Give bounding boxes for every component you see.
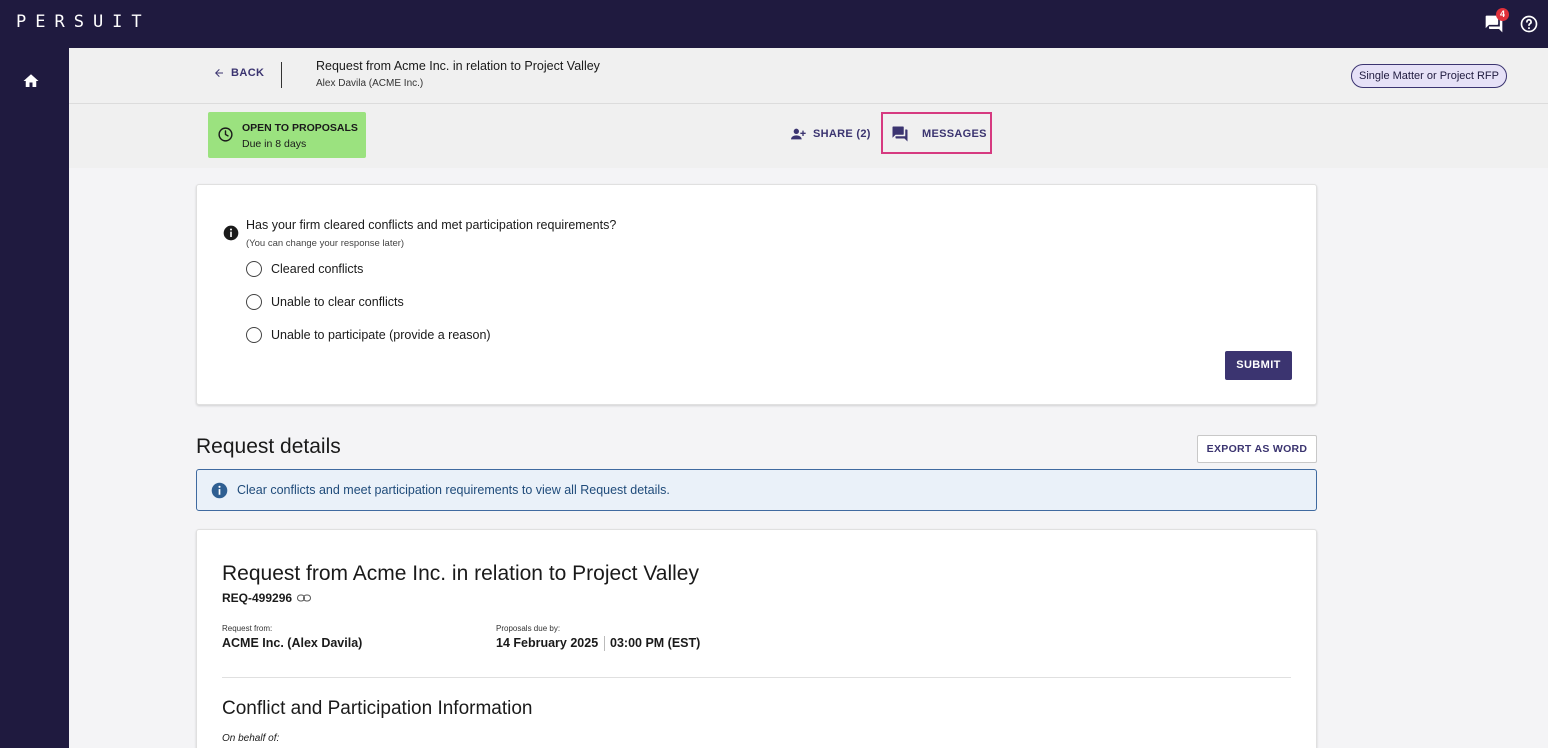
request-from-label: Request from: xyxy=(222,624,273,633)
radio-unable-to-participate[interactable]: Unable to participate (provide a reason) xyxy=(246,327,491,343)
divider xyxy=(604,636,605,651)
share-label: SHARE (2) xyxy=(813,128,871,140)
status-due: Due in 8 days xyxy=(242,138,307,150)
export-word-button[interactable]: EXPORT AS WORD xyxy=(1197,435,1317,463)
on-behalf-label: On behalf of: xyxy=(222,733,280,744)
request-id-text: REQ-499296 xyxy=(222,591,293,605)
share-button[interactable]: SHARE (2) xyxy=(791,127,871,141)
submit-button[interactable]: SUBMIT xyxy=(1225,351,1292,380)
back-label: BACK xyxy=(231,67,265,79)
messages-button[interactable]: MESSAGES xyxy=(881,112,992,154)
radio-cleared-conflicts[interactable]: Cleared conflicts xyxy=(246,261,363,277)
radio-label: Unable to clear conflicts xyxy=(271,295,404,309)
section-title: Conflict and Participation Information xyxy=(222,698,533,719)
app-logo[interactable]: PERSUIT xyxy=(16,12,151,32)
divider xyxy=(222,677,1291,678)
clock-icon xyxy=(217,126,234,143)
conflicts-card: Has your firm cleared conflicts and met … xyxy=(196,184,1317,405)
radio-button[interactable] xyxy=(246,261,262,277)
info-alert: Clear conflicts and meet participation r… xyxy=(196,469,1317,511)
proposals-due-date: 14 February 2025 xyxy=(496,636,599,650)
share-people-icon xyxy=(791,128,806,140)
home-icon[interactable] xyxy=(22,72,40,90)
radio-button[interactable] xyxy=(246,327,262,343)
status-badge: OPEN TO PROPOSALS Due in 8 days xyxy=(208,112,366,158)
info-icon xyxy=(223,225,239,241)
request-header: BACK Request from Acme Inc. in relation … xyxy=(69,48,1548,168)
radio-label: Unable to participate (provide a reason) xyxy=(271,328,491,342)
request-title: Request from Acme Inc. in relation to Pr… xyxy=(316,59,600,73)
forum-icon xyxy=(892,126,908,142)
top-navbar: PERSUIT 4 xyxy=(0,0,1548,48)
proposals-due-label: Proposals due by: xyxy=(496,624,561,633)
conflicts-question: Has your firm cleared conflicts and met … xyxy=(246,218,617,232)
sidebar xyxy=(0,48,69,748)
notification-badge: 4 xyxy=(1496,8,1509,21)
back-button[interactable]: BACK xyxy=(213,67,264,79)
arrow-left-icon xyxy=(215,69,223,77)
messages-label: MESSAGES xyxy=(922,128,987,140)
link-icon[interactable] xyxy=(297,594,312,602)
conflicts-hint: (You can change your response later) xyxy=(246,238,405,249)
info-icon xyxy=(211,482,228,499)
request-summary-card: Request from Acme Inc. in relation to Pr… xyxy=(196,529,1317,748)
request-summary-title: Request from Acme Inc. in relation to Pr… xyxy=(222,562,699,585)
help-icon[interactable] xyxy=(1519,14,1539,34)
request-header-top: BACK Request from Acme Inc. in relation … xyxy=(69,48,1548,104)
alert-text: Clear conflicts and meet participation r… xyxy=(237,483,670,497)
request-owner: Alex Davila (ACME Inc.) xyxy=(316,78,424,89)
proposals-due-time: 03:00 PM (EST) xyxy=(610,636,701,650)
request-from-value: ACME Inc. (Alex Davila) xyxy=(222,636,363,650)
rfp-type-chip: Single Matter or Project RFP xyxy=(1351,64,1507,88)
radio-button[interactable] xyxy=(246,294,262,310)
radio-unable-to-clear[interactable]: Unable to clear conflicts xyxy=(246,294,404,310)
divider xyxy=(281,62,282,88)
request-id: REQ-499296 xyxy=(222,591,312,605)
radio-label: Cleared conflicts xyxy=(271,262,364,276)
request-details-heading: Request details xyxy=(196,435,341,458)
status-title: OPEN TO PROPOSALS xyxy=(242,122,358,134)
